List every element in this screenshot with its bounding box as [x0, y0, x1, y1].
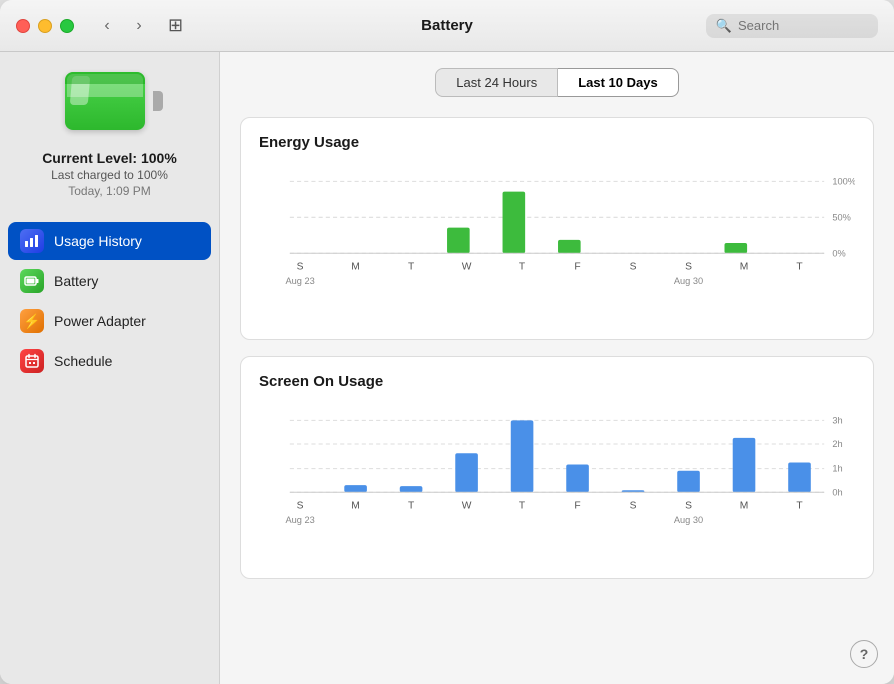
- screen-chart-title: Screen On Usage: [259, 373, 855, 390]
- svg-text:0%: 0%: [832, 248, 845, 258]
- svg-text:M: M: [351, 501, 360, 512]
- titlebar: ‹ › ⊞ Battery 🔍: [0, 0, 894, 52]
- svg-text:S: S: [685, 262, 692, 273]
- svg-text:Aug 23: Aug 23: [285, 276, 314, 286]
- svg-text:50%: 50%: [832, 212, 850, 222]
- svg-text:T: T: [796, 262, 803, 273]
- minimize-button[interactable]: [38, 19, 52, 33]
- battery-info: Current Level: 100% Last charged to 100%…: [42, 150, 177, 198]
- power-adapter-icon: ⚡: [20, 309, 44, 333]
- close-button[interactable]: [16, 19, 30, 33]
- screen-chart-area: 3h 2h 1h 0h: [259, 402, 855, 562]
- svg-text:2h: 2h: [832, 439, 842, 449]
- svg-text:T: T: [519, 501, 526, 512]
- svg-text:0h: 0h: [832, 487, 842, 497]
- battery-terminal: [153, 91, 163, 111]
- battery-icon-container: [65, 72, 155, 130]
- tab-last-10d[interactable]: Last 10 Days: [558, 68, 679, 97]
- svg-text:M: M: [740, 501, 749, 512]
- search-input[interactable]: [738, 18, 868, 33]
- sidebar-item-label-battery: Battery: [54, 273, 98, 289]
- traffic-lights: [16, 19, 74, 33]
- sidebar-item-battery[interactable]: Battery: [8, 262, 211, 300]
- help-button[interactable]: ?: [850, 640, 878, 668]
- energy-chart-card: Energy Usage 100% 50% 0%: [240, 117, 874, 340]
- svg-text:F: F: [574, 262, 580, 273]
- battery-shine: [69, 76, 90, 105]
- screen-chart-card: Screen On Usage 3h 2h 1h 0h: [240, 356, 874, 579]
- energy-chart-title: Energy Usage: [259, 134, 855, 151]
- svg-text:F: F: [574, 501, 580, 512]
- sidebar-item-power-adapter[interactable]: ⚡ Power Adapter: [8, 302, 211, 340]
- right-panel: Last 24 Hours Last 10 Days Energy Usage …: [220, 52, 894, 684]
- tab-last-24h[interactable]: Last 24 Hours: [435, 68, 558, 97]
- svg-text:T: T: [408, 262, 415, 273]
- sidebar-item-schedule[interactable]: Schedule: [8, 342, 211, 380]
- battery-body: [65, 72, 145, 130]
- svg-text:Aug 30: Aug 30: [674, 515, 703, 525]
- svg-text:T: T: [796, 501, 803, 512]
- main-content: Current Level: 100% Last charged to 100%…: [0, 52, 894, 684]
- svg-text:1h: 1h: [832, 464, 842, 474]
- sidebar-nav: Usage History Battery ⚡: [0, 222, 219, 382]
- battery-icon-small: [20, 269, 44, 293]
- svg-text:M: M: [351, 262, 360, 273]
- back-button[interactable]: ‹: [94, 13, 120, 39]
- maximize-button[interactable]: [60, 19, 74, 33]
- svg-text:W: W: [462, 501, 472, 512]
- svg-text:100%: 100%: [832, 176, 855, 186]
- forward-button[interactable]: ›: [126, 13, 152, 39]
- sidebar-item-label-schedule: Schedule: [54, 353, 112, 369]
- svg-text:3h: 3h: [832, 415, 842, 425]
- window-title: Battery: [421, 17, 473, 34]
- svg-text:Aug 30: Aug 30: [674, 276, 703, 286]
- svg-text:T: T: [519, 262, 526, 273]
- svg-text:S: S: [297, 501, 304, 512]
- svg-text:T: T: [408, 501, 415, 512]
- sidebar: Current Level: 100% Last charged to 100%…: [0, 52, 220, 684]
- app-window: ‹ › ⊞ Battery 🔍 Current Level: [0, 0, 894, 684]
- grid-icon[interactable]: ⊞: [168, 15, 183, 36]
- search-icon: 🔍: [716, 18, 732, 34]
- sidebar-item-usage-history[interactable]: Usage History: [8, 222, 211, 260]
- battery-visual: [65, 72, 155, 130]
- usage-history-icon: [20, 229, 44, 253]
- search-bar: 🔍: [706, 14, 878, 38]
- schedule-icon: [20, 349, 44, 373]
- svg-text:S: S: [630, 262, 637, 273]
- screen-chart-svg: 3h 2h 1h 0h: [259, 402, 855, 562]
- battery-time-label: Today, 1:09 PM: [42, 184, 177, 198]
- svg-text:M: M: [740, 262, 749, 273]
- svg-text:S: S: [685, 501, 692, 512]
- battery-charged-label: Last charged to 100%: [42, 168, 177, 182]
- svg-text:Aug 23: Aug 23: [285, 515, 314, 525]
- svg-text:S: S: [297, 262, 304, 273]
- svg-text:W: W: [462, 262, 472, 273]
- sidebar-item-label-power-adapter: Power Adapter: [54, 313, 146, 329]
- svg-text:S: S: [630, 501, 637, 512]
- battery-level-label: Current Level: 100%: [42, 150, 177, 166]
- energy-chart-svg: 100% 50% 0%: [259, 163, 855, 323]
- nav-buttons: ‹ ›: [94, 13, 152, 39]
- sidebar-item-label-usage-history: Usage History: [54, 233, 142, 249]
- tab-bar: Last 24 Hours Last 10 Days: [240, 68, 874, 97]
- energy-chart-area: 100% 50% 0%: [259, 163, 855, 323]
